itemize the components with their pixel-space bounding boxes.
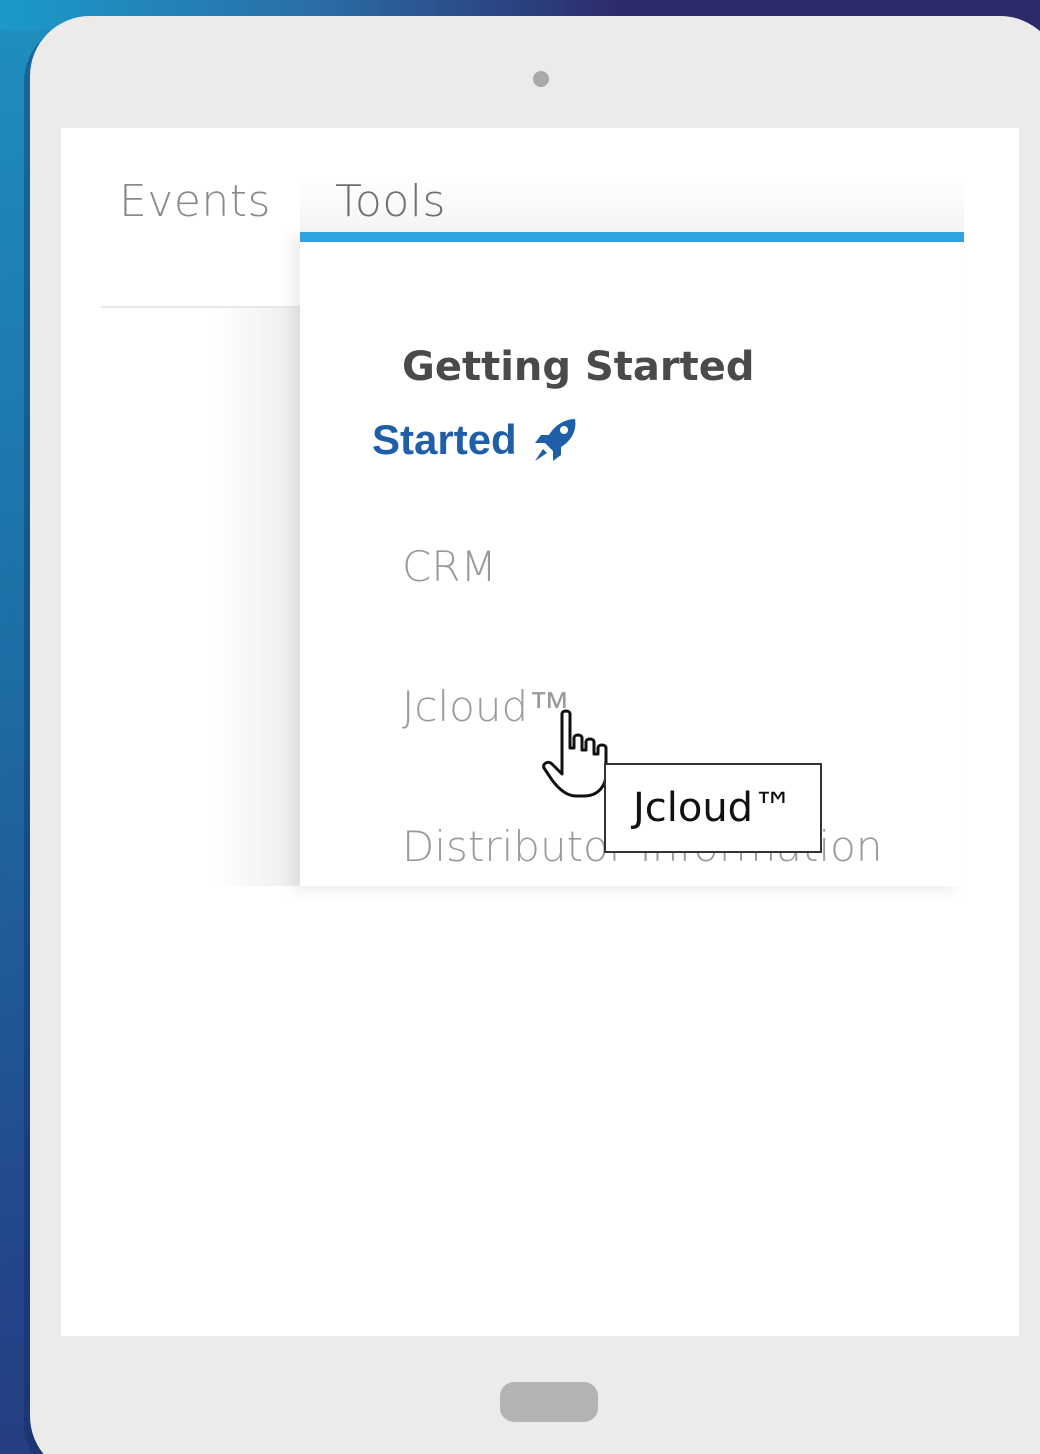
nav-tab-tools[interactable]: Tools	[335, 176, 446, 227]
dropdown-heading: Getting Started	[402, 344, 755, 390]
tooltip-text: Jcloud™	[632, 785, 794, 831]
camera-dot	[533, 71, 549, 87]
hand-pointer-cursor-icon	[542, 709, 608, 798]
menu-shadow	[211, 308, 301, 886]
getting-started-link[interactable]: Started	[372, 416, 579, 464]
home-button[interactable]	[500, 1382, 598, 1422]
tooltip: Jcloud™	[604, 763, 822, 853]
tablet-frame: Events Tools Getting Started Started CRM…	[30, 16, 1040, 1454]
getting-started-label: Started	[372, 416, 517, 463]
rocket-icon	[534, 419, 576, 461]
menu-item-crm[interactable]: CRM	[402, 542, 497, 591]
nav-tab-events[interactable]: Events	[119, 176, 271, 227]
